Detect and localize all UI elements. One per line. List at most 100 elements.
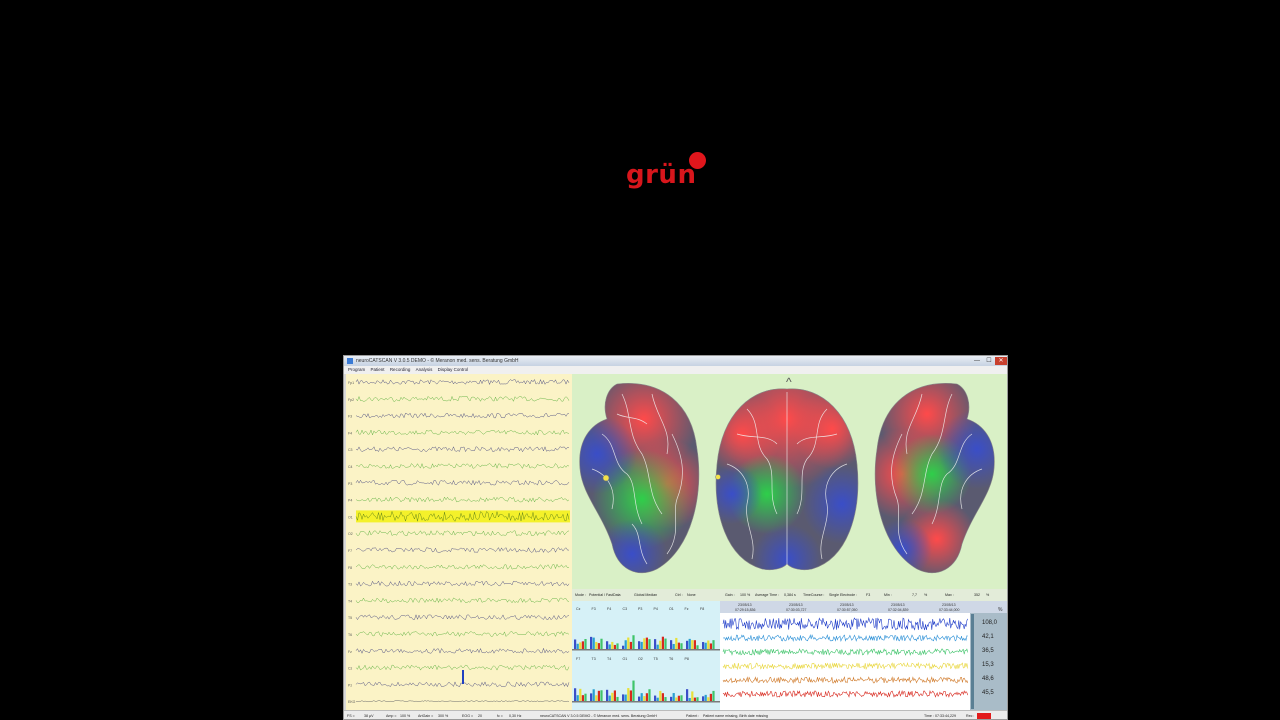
menu-recording[interactable]: Recording (390, 366, 411, 374)
title-bar[interactable]: neuroCATSCAN V 3.0.5 DEMO - © Meranon me… (344, 356, 1007, 366)
electrode-marker[interactable] (602, 474, 610, 482)
app-window: neuroCATSCAN V 3.0.5 DEMO - © Meranon me… (343, 355, 1008, 720)
channel-label-f3[interactable]: F3 (348, 415, 352, 419)
brain-left-view[interactable] (572, 374, 712, 589)
bottom-group-bar (688, 697, 691, 701)
bottom-group-bar (686, 689, 689, 701)
eeg-trace-p4 (355, 496, 570, 503)
bottom-group-bar (661, 693, 664, 701)
bottom-group-bar (584, 693, 587, 701)
amp-value[interactable]: 100 % (400, 714, 410, 718)
eeg-trace-o2 (355, 530, 570, 537)
close-button[interactable]: ✕ (995, 357, 1007, 365)
eeg-trace-t6 (355, 630, 570, 638)
eeg-trace-f8 (355, 563, 570, 570)
channel-label-fp2[interactable]: Fp2 (348, 398, 354, 402)
status-bar: FS = 38 µV Amp = 100 % ArtGain = 300 % E… (344, 710, 1007, 719)
app-icon (347, 358, 353, 364)
recording-indicator (977, 713, 991, 719)
eeg-trace-c3 (355, 446, 570, 453)
trend-value-2: 42,1 (982, 634, 994, 640)
channel-label-cz[interactable]: Cz (348, 667, 353, 671)
logo-dot (689, 152, 706, 169)
electrode-marker-center[interactable] (715, 474, 721, 480)
bar-label-bottom-t3: T3 (592, 657, 596, 661)
minimize-button[interactable]: — (972, 357, 982, 365)
channel-label-c4[interactable]: C4 (348, 465, 353, 469)
view-up-arrow[interactable]: ^ (786, 375, 792, 389)
artgain-value[interactable]: 300 % (438, 714, 448, 718)
channel-label-f7[interactable]: F7 (348, 549, 352, 553)
eeg-trace-pane[interactable]: Fp1 Fp2 F3 F4 C3 C4 P3 P4 O1 O2 F7 F8 T3 T4 T5 T6 Fz Cz Pz… (346, 374, 573, 710)
avg-value[interactable]: 0,384 s (784, 593, 796, 597)
min-value[interactable]: 7,7 (912, 593, 917, 597)
maximize-button[interactable]: ☐ (984, 357, 994, 365)
menu-analysis[interactable]: Analysis (416, 366, 433, 374)
trend-line-3 (722, 648, 969, 656)
trend-value-1: 108,0 (982, 620, 998, 626)
timecourse-label: TimeCourse : (803, 593, 825, 597)
channel-label-f4[interactable]: F4 (348, 431, 352, 435)
timecourse-value[interactable]: Single Electrode : (829, 593, 857, 597)
channel-label-f8[interactable]: F8 (348, 566, 352, 570)
gain-label: Gain : (725, 593, 735, 597)
bar-label-top-p4: P4 (654, 607, 658, 611)
channel-label-p4[interactable]: P4 (348, 499, 352, 503)
menu-program[interactable]: Program (348, 366, 365, 374)
top-group-bar (640, 641, 643, 649)
trend-line-5 (722, 676, 969, 684)
channel-label-fp1[interactable]: Fp1 (348, 381, 354, 385)
channel-label-o2[interactable]: O2 (348, 532, 353, 536)
gain-value[interactable]: 100 % (740, 593, 750, 597)
window-title: neuroCATSCAN V 3.0.5 DEMO - © Meranon me… (356, 358, 519, 364)
brain-top-view[interactable] (702, 374, 882, 589)
top-group-bar (590, 636, 593, 649)
bottom-group-bar (693, 697, 696, 701)
min-label: Min : (884, 593, 892, 597)
trend-line-1 (722, 616, 969, 631)
channel-label-pz[interactable]: Pz (348, 683, 352, 687)
bottom-group-bar (691, 691, 694, 701)
channel-label-t4[interactable]: T4 (348, 599, 352, 603)
eeg-trace-ekg (355, 700, 570, 703)
electrode-value[interactable]: F3 (866, 593, 870, 597)
fc-value[interactable]: 0,30 Hz (509, 714, 521, 718)
brain-right-view[interactable] (857, 374, 1007, 589)
montage-value[interactable]: Global Median (634, 593, 657, 597)
top-group-bar (696, 645, 699, 649)
channel-label-p3[interactable]: P3 (348, 482, 352, 486)
top-group-bar (584, 639, 587, 649)
time-label: Time : (924, 714, 934, 718)
ctrl-value[interactable]: None (687, 593, 696, 597)
menu-patient[interactable]: Patient (371, 366, 385, 374)
bottom-group-bar (574, 688, 577, 701)
channel-label-c3[interactable]: C3 (348, 448, 353, 452)
channel-label-fz[interactable]: Fz (348, 650, 352, 654)
brain-map-pane[interactable]: ^ (572, 374, 1007, 589)
top-group-bar (627, 637, 630, 649)
bottom-group-bar (712, 690, 715, 701)
menu-display-control[interactable]: Display Control (438, 366, 469, 374)
bottom-group-bar (576, 695, 579, 701)
channel-label-t3[interactable]: T3 (348, 583, 352, 587)
timestamp-date: 23/05/13 (789, 603, 803, 607)
max-value[interactable]: 352 (974, 593, 980, 597)
bottom-group-bar (590, 693, 593, 701)
electrode-bar-pane[interactable]: Cz F3 F4 C3 P3 P4 O1 Fz F8 F7 T3 T4 O1 O2 T5 T6 P8 (572, 601, 720, 710)
trend-pane[interactable]: 23/05/13 07:29:15,836 23/05/13 07:30:03,727… (720, 601, 1007, 710)
channel-label-t5[interactable]: T5 (348, 616, 352, 620)
eog-value[interactable]: 20 (478, 714, 482, 718)
scale-value[interactable]: 38 µV (364, 714, 373, 718)
channel-label-t6[interactable]: T6 (348, 633, 352, 637)
channel-label-ekg[interactable]: EKG (348, 700, 356, 704)
top-group-bar (709, 643, 712, 649)
trend-scrollbar[interactable] (971, 614, 974, 709)
timestamp-time: 07:30:57,050 (837, 608, 857, 612)
bar-label-bottom-o2: O2 (638, 657, 643, 661)
top-group-bar (702, 642, 705, 649)
mode-value[interactable]: Potential / FastData (589, 593, 621, 597)
bottom-group-bar (627, 688, 630, 701)
channel-label-o1[interactable]: O1 (348, 515, 353, 519)
top-group-bar (611, 641, 614, 649)
bar-label-top-f8: F8 (700, 607, 704, 611)
